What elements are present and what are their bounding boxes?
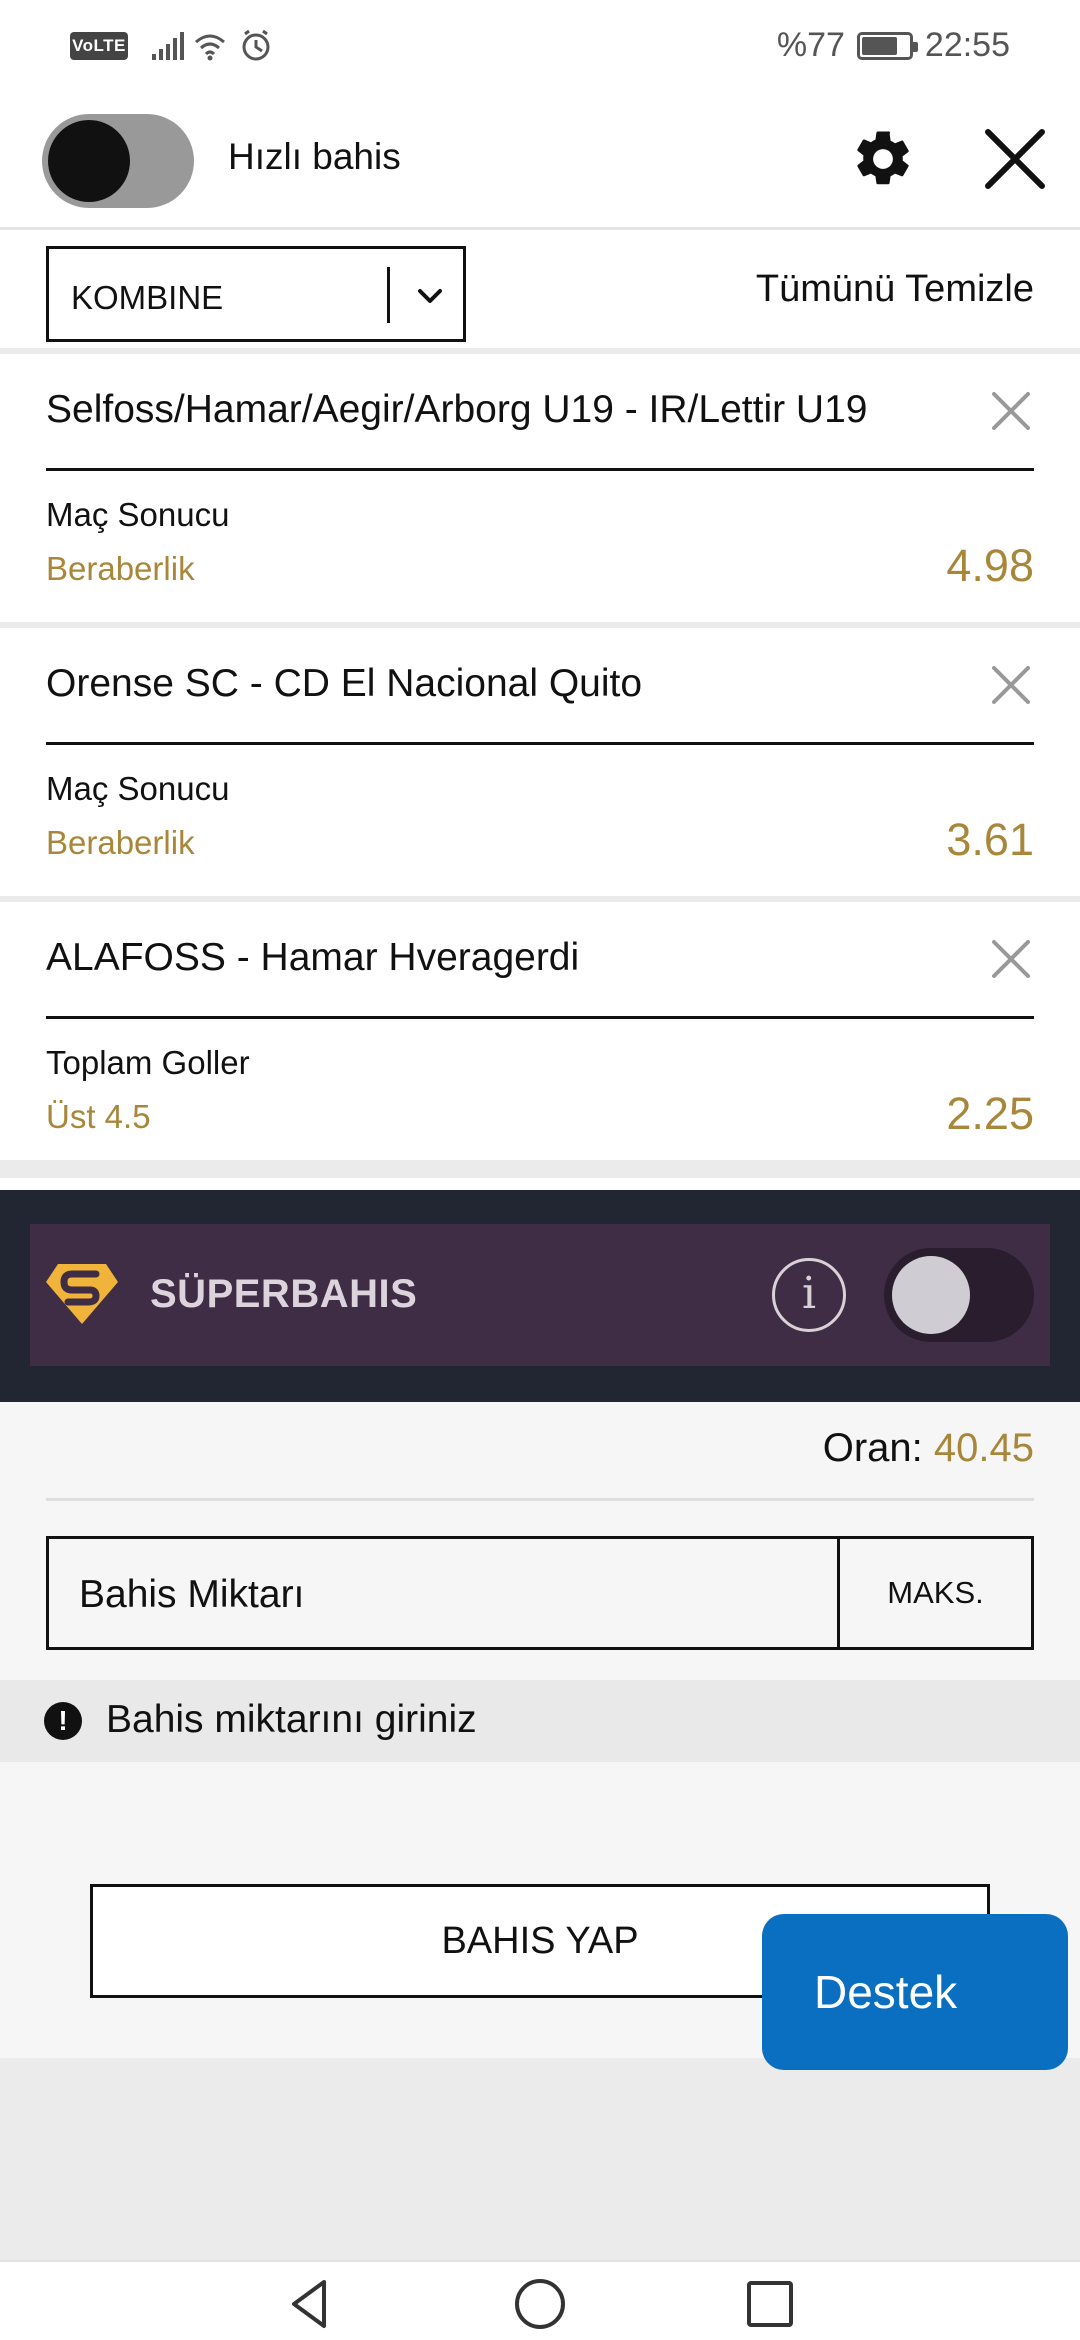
signal-wifi-alarm-icons <box>152 29 270 61</box>
battery-percent: %77 <box>776 26 845 64</box>
stake-warning: ! Bahis miktarını giriniz <box>0 1680 1080 1762</box>
toggle-knob <box>48 120 130 202</box>
total-odds: Oran: 40.45 <box>823 1426 1034 1471</box>
super-bahis-card: SÜPERBAHIS i <box>30 1224 1050 1366</box>
bet-type-value: KOMBINE <box>71 279 224 316</box>
selection-name: Üst 4.5 <box>46 1098 151 1135</box>
selection-name: Beraberlik <box>46 824 195 861</box>
clock: 22:55 <box>924 26 1010 64</box>
match-name: Orense SC - CD El Nacional Quito <box>46 662 643 705</box>
divider <box>46 742 1034 745</box>
exclamation-icon: ! <box>44 1702 82 1740</box>
warning-text: Bahis miktarını giriniz <box>106 1698 477 1741</box>
bet-type-select[interactable]: KOMBINE <box>46 246 466 342</box>
bet-item: Orense SC - CD El Nacional Quito Maç Son… <box>0 634 1080 902</box>
battery-fill <box>861 36 898 55</box>
total-odds-value: 40.45 <box>933 1426 1034 1470</box>
divider <box>46 468 1034 471</box>
super-bahis-toggle[interactable] <box>884 1248 1034 1342</box>
toggle-knob <box>892 1256 970 1334</box>
status-right: %77 22:55 <box>777 26 1010 65</box>
betslip-header: Hızlı bahis <box>0 92 1080 230</box>
super-bahis-logo <box>46 1264 118 1324</box>
bet-odds: 4.98 <box>946 540 1034 591</box>
match-name: ALAFOSS - Hamar Hveragerdi <box>46 936 580 979</box>
close-icon[interactable] <box>990 664 1032 706</box>
system-nav-bar <box>0 2260 1080 2340</box>
stake-amount-placeholder: Bahis Miktarı <box>79 1573 305 1616</box>
max-stake-button[interactable]: MAKS. <box>837 1539 1031 1647</box>
quick-bet-label: Hızlı bahis <box>228 136 401 177</box>
total-odds-label: Oran: <box>822 1426 934 1470</box>
battery-icon <box>856 31 918 60</box>
close-icon[interactable] <box>990 938 1032 980</box>
triangle-back-icon[interactable] <box>280 2274 340 2334</box>
gear-icon[interactable] <box>850 126 916 192</box>
bet-type-row: KOMBINE Tümünü Temizle <box>0 230 1080 354</box>
market-name: Maç Sonucu <box>46 496 230 533</box>
info-icon[interactable]: i <box>772 1258 846 1332</box>
market-name: Toplam Goller <box>46 1044 250 1081</box>
status-bar: VoLTE %77 22:55 <box>0 0 1080 92</box>
bet-odds: 3.61 <box>946 814 1034 865</box>
super-bahis-title: SÜPERBAHIS <box>150 1272 418 1316</box>
bet-odds: 2.25 <box>946 1088 1034 1139</box>
square-recents-icon[interactable] <box>740 2274 800 2334</box>
super-bahis-section: SÜPERBAHIS i <box>0 1190 1080 1402</box>
chevron-down-icon <box>418 289 442 303</box>
quick-bet-toggle[interactable] <box>42 114 194 208</box>
circle-home-icon[interactable] <box>510 2274 570 2334</box>
select-divider <box>387 267 390 323</box>
match-name: Selfoss/Hamar/Aegir/Arborg U19 - IR/Lett… <box>46 388 868 431</box>
stake-amount-field[interactable]: Bahis Miktarı MAKS. <box>46 1536 1034 1650</box>
divider <box>46 1498 1034 1501</box>
volte-icon: VoLTE <box>70 32 128 60</box>
empty-area <box>0 2058 1080 2260</box>
bet-item: Selfoss/Hamar/Aegir/Arborg U19 - IR/Lett… <box>0 360 1080 628</box>
close-icon[interactable] <box>980 124 1050 194</box>
support-button[interactable]: Destek <box>762 1914 1068 2070</box>
market-name: Maç Sonucu <box>46 770 230 807</box>
close-icon[interactable] <box>990 390 1032 432</box>
bet-item: ALAFOSS - Hamar Hveragerdi Toplam Goller… <box>0 908 1080 1178</box>
selection-name: Beraberlik <box>46 550 195 587</box>
clear-all-button[interactable]: Tümünü Temizle <box>756 268 1034 311</box>
divider <box>46 1016 1034 1019</box>
